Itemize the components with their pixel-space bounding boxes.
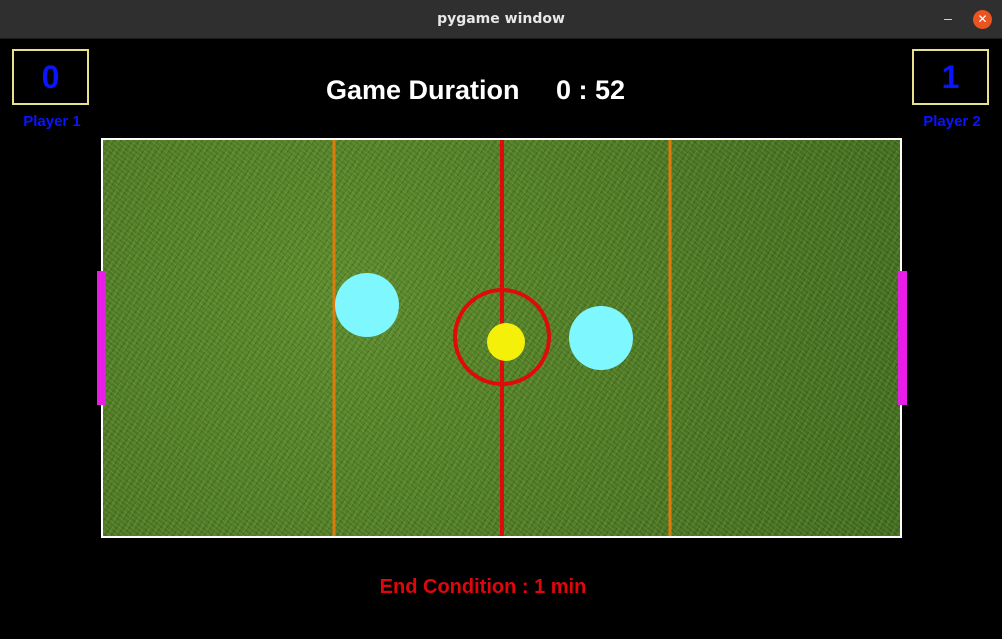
player1-score-box: 0 (12, 49, 89, 105)
playing-field[interactable] (101, 138, 902, 538)
player2-label: Player 2 (923, 113, 981, 130)
player1-label: Player 1 (23, 113, 81, 130)
duration-label: Game Duration (326, 75, 520, 105)
window-title: pygame window (437, 11, 565, 27)
duration-time: 0 : 52 (556, 75, 626, 105)
player2-striker[interactable] (569, 306, 633, 370)
player1-striker[interactable] (335, 273, 399, 337)
left-goal (97, 271, 106, 405)
player2-score: 1 (941, 59, 960, 95)
player2-score-box: 1 (912, 49, 989, 105)
field-markings (332, 140, 672, 536)
window-titlebar: pygame window – ✕ (0, 0, 1002, 39)
player1-score: 0 (41, 59, 60, 95)
right-goal (898, 271, 907, 405)
minimize-button[interactable]: – (940, 10, 956, 26)
ball (487, 323, 525, 361)
end-condition-label: End Condition : 1 min (379, 576, 587, 598)
game-canvas[interactable]: 0 Player 1 1 Player 2 Game Duration 0 : … (0, 39, 1002, 639)
close-button[interactable]: ✕ (973, 10, 992, 29)
